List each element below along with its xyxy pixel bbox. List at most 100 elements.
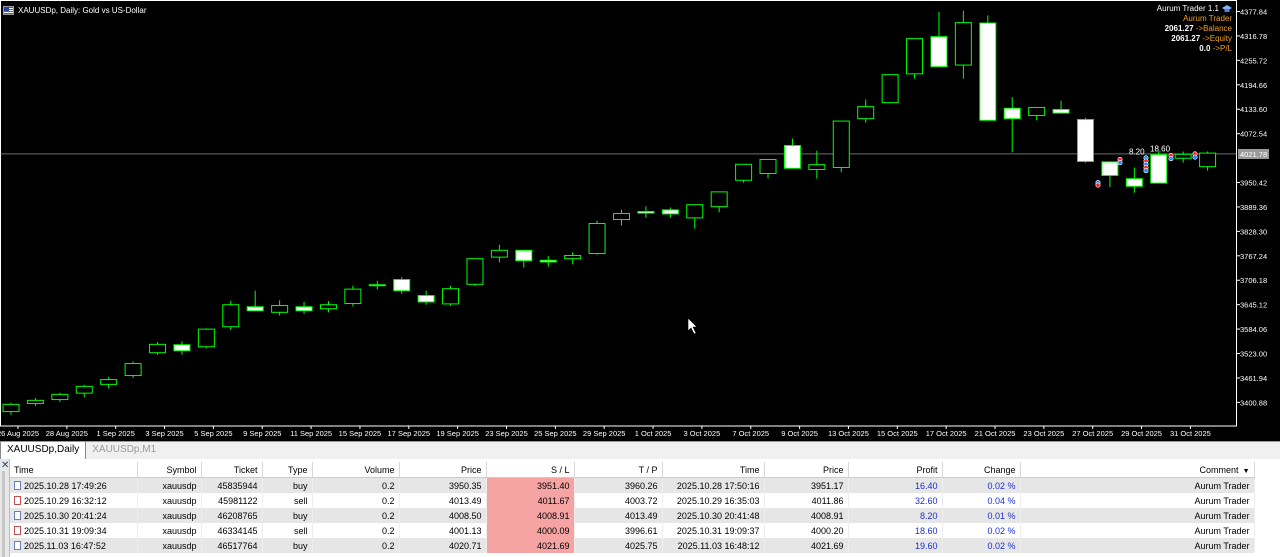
cell-text: 0.02 % <box>987 480 1016 491</box>
date-tick-label: 9 Sep 2025 <box>243 429 281 438</box>
table-cell: 4025.75 <box>574 538 663 553</box>
cell-text: xauusdp <box>162 510 197 521</box>
cell-text: buy <box>292 510 308 521</box>
table-cell: 3951.40 <box>486 477 575 493</box>
col-header-symbol[interactable]: Symbol <box>137 462 202 478</box>
table-cell: 2025.10.30 20:41:48 <box>662 508 765 523</box>
candle-body <box>954 22 972 66</box>
cell-text: 4000.09 <box>536 525 570 536</box>
table-row[interactable]: 2025.10.29 16:32:12 xauusdp 45981122 sell 0.… <box>10 493 1255 508</box>
col-header-close-price[interactable]: Price <box>764 462 849 478</box>
chart-tabs: XAUUSDp,Daily XAUUSDp,M1 <box>0 441 1280 460</box>
table-cell: 3950.35 <box>399 477 487 493</box>
cell-text: 45981122 <box>218 495 258 506</box>
cell-text: 0.2 <box>381 540 395 551</box>
table-cell: 4011.67 <box>486 493 575 508</box>
table-cell: 0.02 % <box>942 523 1021 538</box>
col-header-type[interactable]: Type <box>262 462 313 478</box>
table-cell: 0.2 <box>312 508 400 523</box>
tab-xauusdp-daily[interactable]: XAUUSDp,Daily <box>0 442 87 460</box>
candle-body <box>539 259 557 263</box>
trade-profit-label: 18.60 <box>1150 144 1171 153</box>
date-tick-label: 5 Sep 2025 <box>194 429 232 438</box>
price-tick-label: 4377.84 <box>1240 8 1267 17</box>
price-tick-label: 3400.88 <box>1240 398 1267 407</box>
price-tick-label: 4316.78 <box>1240 32 1267 41</box>
table-cell: 2025.10.29 16:35:03 <box>662 493 765 508</box>
pl-value: 0.0 <box>1199 44 1211 53</box>
col-header-comment[interactable]: Comment ▼ <box>1020 462 1255 478</box>
candle-body <box>1052 108 1070 114</box>
candle-body <box>1101 161 1119 176</box>
col-header-close-time[interactable]: Time <box>662 462 765 478</box>
table-row[interactable]: 2025.10.30 20:41:24 xauusdp 46208765 buy 0.2… <box>10 508 1255 523</box>
candle-body <box>319 304 337 310</box>
price-chart[interactable]: 4377.84 4316.78 4255.72 4194.66 4133.60 4072.… <box>0 0 1280 440</box>
table-row[interactable]: 2025.10.31 19:09:34 xauusdp 46334145 sell 0.… <box>10 523 1255 538</box>
table-cell: 4000.09 <box>486 523 575 538</box>
table-cell: 3960.26 <box>574 477 663 493</box>
date-tick-label: 3 Oct 2025 <box>684 429 721 438</box>
table-cell: 4011.86 <box>764 493 849 508</box>
chart-title: XAUUSDp, Daily: Gold vs US-Dollar <box>18 5 147 15</box>
cell-text: 2025.11.03 16:47:52 <box>24 540 106 551</box>
col-header-ticket[interactable]: Ticket <box>201 462 263 478</box>
comment-header-label: Comment <box>1199 464 1239 475</box>
graduation-hat-icon[interactable] <box>1222 5 1232 13</box>
pl-label: ->P/L <box>1212 44 1232 53</box>
date-tick-label: 15 Oct 2025 <box>877 429 918 438</box>
cell-text: 4013.49 <box>624 510 658 521</box>
trade-marker <box>1095 182 1101 188</box>
candle-body <box>515 249 533 262</box>
table-cell: Aurum Trader <box>1020 477 1255 493</box>
balance-value: 2061.27 <box>1164 24 1194 33</box>
table-cell: 0.02 % <box>942 477 1021 493</box>
candle-body <box>710 191 728 208</box>
candle-body <box>1076 118 1094 162</box>
tab-xauusdp-m1[interactable]: XAUUSDp,M1 <box>86 442 162 459</box>
candle-body <box>1125 178 1143 187</box>
candle-body <box>75 385 93 394</box>
table-cell: 32.60 <box>848 493 943 508</box>
table-cell: 16.40 <box>848 477 943 493</box>
price-tick-label: 3523.00 <box>1240 350 1267 359</box>
cell-text: 0.2 <box>381 495 395 506</box>
col-header-change[interactable]: Change <box>942 462 1021 478</box>
table-cell: 4008.91 <box>764 508 849 523</box>
cell-text: 2025.10.31 19:09:34 <box>24 525 107 536</box>
col-header-volume[interactable]: Volume <box>312 462 400 478</box>
col-header-tp[interactable]: T / P <box>574 462 663 478</box>
date-tick-label: 28 Aug 2025 <box>46 429 88 438</box>
candle-body <box>808 164 826 170</box>
col-header-time[interactable]: Time <box>10 462 138 478</box>
candle-body <box>930 36 948 68</box>
date-tick-label: 15 Sep 2025 <box>339 429 382 438</box>
table-cell: 2025.10.28 17:50:16 <box>662 477 765 493</box>
date-tick-label: 26 Aug 2025 <box>0 429 39 438</box>
table-row[interactable]: 2025.10.28 17:49:26 xauusdp 45835944 buy 0.2… <box>10 477 1255 493</box>
table-cell: 46208765 <box>201 508 263 523</box>
cell-text: buy <box>292 480 308 491</box>
chart-canvas[interactable]: 4377.84 4316.78 4255.72 4194.66 4133.60 4072.… <box>0 0 1280 440</box>
cell-text: 4000.20 <box>810 525 844 536</box>
table-cell: 2025.10.30 20:41:24 <box>10 508 138 523</box>
equity-value: 2061.27 <box>1171 34 1201 43</box>
close-icon[interactable]: ✕ <box>1 461 9 471</box>
candle-body <box>197 328 215 348</box>
trade-marker <box>1168 156 1174 162</box>
cell-text: Aurum Trader <box>1194 480 1250 491</box>
date-tick-label: 23 Oct 2025 <box>1023 429 1064 438</box>
table-cell: 19.60 <box>848 538 943 553</box>
candle-body <box>613 212 630 220</box>
col-header-sl[interactable]: S / L <box>486 462 575 478</box>
candle-body <box>173 344 191 352</box>
date-tick-label: 23 Sep 2025 <box>485 429 528 438</box>
date-tick-label: 29 Oct 2025 <box>1121 429 1162 438</box>
col-header-profit[interactable]: Profit <box>848 462 943 478</box>
cell-text: 4001.13 <box>448 525 482 536</box>
col-header-price[interactable]: Price <box>399 462 487 478</box>
toolbox-handle[interactable] <box>2 471 5 557</box>
table-row[interactable]: 2025.11.03 16:47:52 xauusdp 46517764 buy 0.2… <box>10 538 1255 553</box>
cell-text: 4020.71 <box>448 540 482 551</box>
cell-text: 4013.49 <box>448 495 482 506</box>
